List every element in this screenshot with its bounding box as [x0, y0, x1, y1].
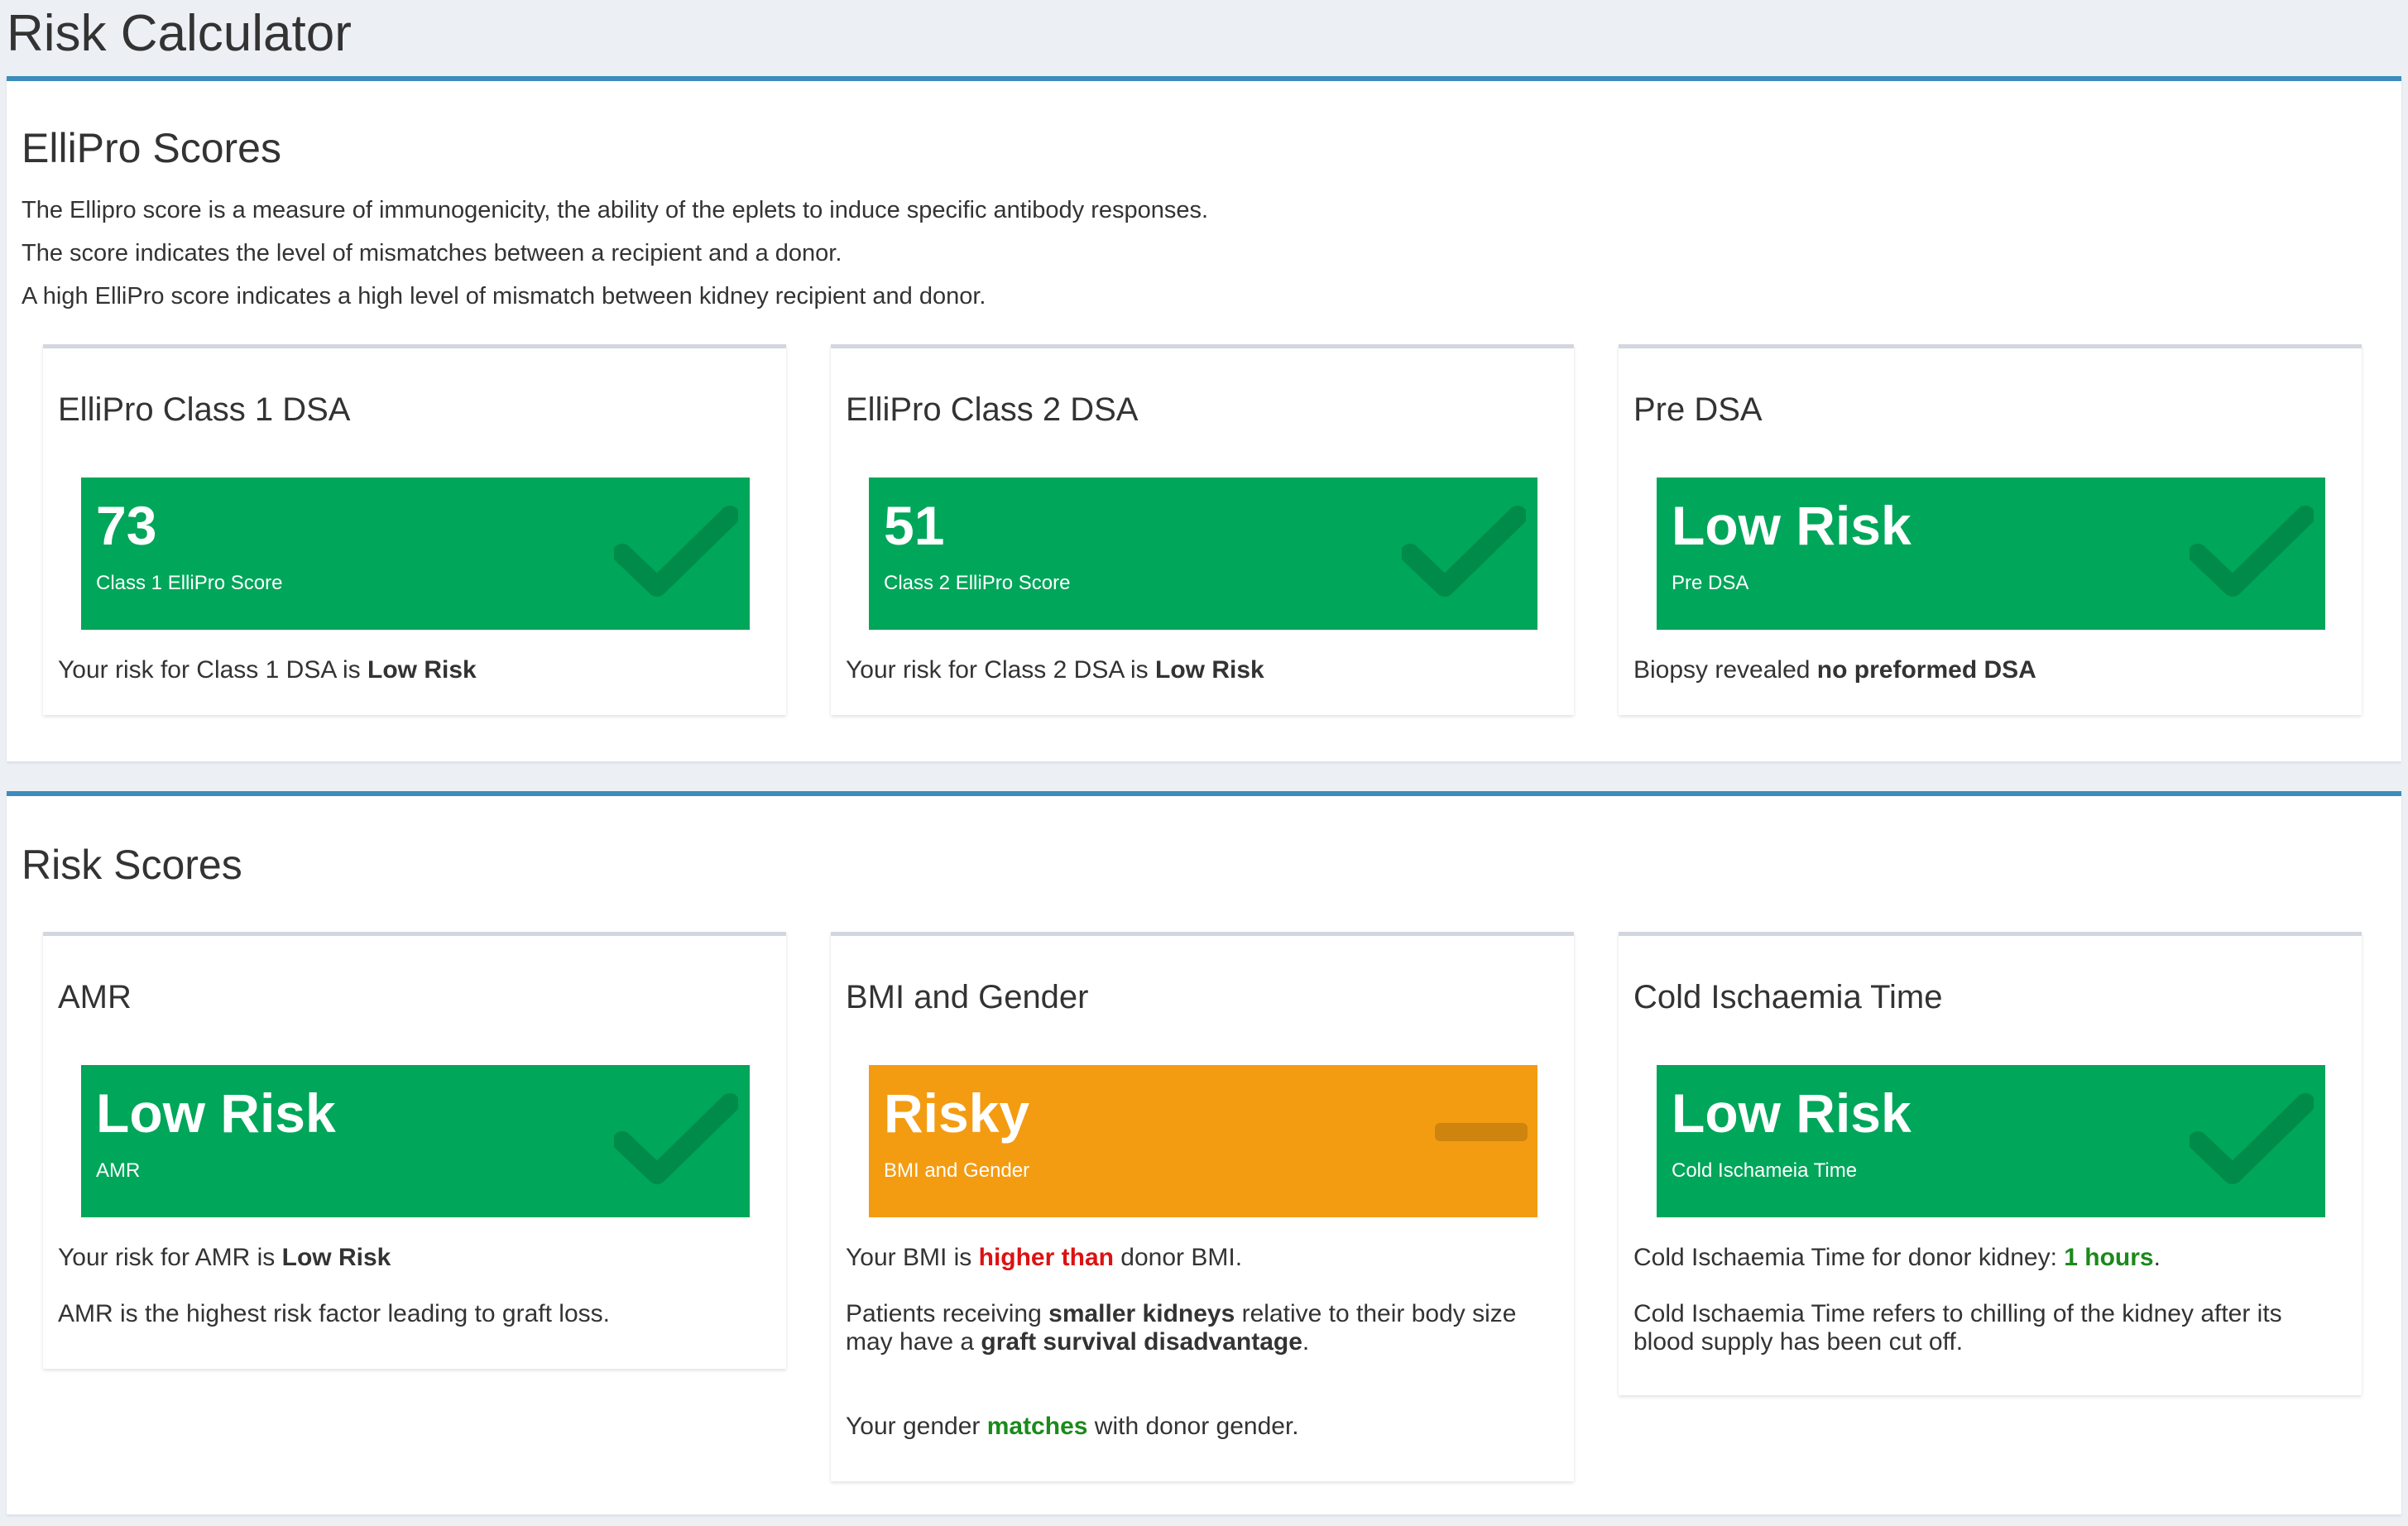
card-title: Pre DSA	[1633, 391, 1763, 428]
risk-scores-box: Risk Scores AMR Low Risk AMR Your risk f…	[7, 791, 2401, 1514]
text-suffix: .	[2153, 1244, 2161, 1271]
text-part: Patients receiving	[846, 1300, 1049, 1327]
text-suffix: donor BMI.	[1113, 1244, 1243, 1271]
card-title: ElliPro Class 1 DSA	[58, 391, 351, 428]
card-text: Your BMI is higher than donor BMI. Patie…	[846, 1244, 1557, 1469]
text-prefix: Your gender	[846, 1413, 987, 1440]
card-title: AMR	[58, 979, 132, 1015]
minus-icon	[1435, 1123, 1528, 1141]
description-line: The Ellipro score is a measure of immuno…	[22, 197, 1209, 223]
text-bold: graft survival disadvantage	[981, 1328, 1302, 1356]
card-title: BMI and Gender	[846, 979, 1089, 1015]
amr-explanation: AMR is the highest risk factor leading t…	[58, 1300, 610, 1327]
tile-label: BMI and Gender	[884, 1159, 1030, 1182]
tile-value: Low Risk	[1672, 495, 1912, 556]
text-part: .	[1302, 1328, 1310, 1356]
score-tile: 73 Class 1 ElliPro Score	[81, 477, 750, 630]
card-text: Your risk for Class 2 DSA is Low Risk	[846, 656, 1557, 684]
text-suffix: with donor gender.	[1087, 1413, 1299, 1440]
gender-highlight: matches	[986, 1413, 1088, 1440]
check-icon	[614, 1093, 738, 1184]
page-title: Risk Calculator	[7, 5, 352, 62]
score-tile: 51 Class 2 ElliPro Score	[869, 477, 1537, 630]
tile-label: Cold Ischameia Time	[1672, 1159, 1858, 1182]
tile-label: Class 1 ElliPro Score	[96, 572, 283, 594]
text-prefix: Your risk for Class 2 DSA is	[846, 656, 1156, 684]
tile-value: Low Risk	[96, 1082, 336, 1144]
bmi-comparison: Your BMI is higher than donor BMI.	[846, 1244, 1557, 1272]
risk-level: Low Risk	[1155, 656, 1264, 684]
tile-value: Low Risk	[1672, 1082, 1912, 1144]
check-icon	[2190, 506, 2314, 597]
cit-hours: 1 hours	[2064, 1244, 2154, 1271]
card-ellipro-class2: ElliPro Class 2 DSA 51 Class 2 ElliPro S…	[831, 344, 1574, 715]
cit-value-line: Cold Ischaemia Time for donor kidney: 1 …	[1633, 1244, 2345, 1272]
card-text: Biopsy revealed no preformed DSA	[1633, 656, 2345, 684]
ellipro-scores-box: ElliPro Scores The Ellipro score is a me…	[7, 76, 2401, 761]
text-prefix: Your risk for Class 1 DSA is	[58, 656, 368, 684]
text-prefix: Cold Ischaemia Time for donor kidney:	[1633, 1244, 2065, 1271]
score-tile: Low Risk AMR	[81, 1065, 750, 1217]
card-pre-dsa: Pre DSA Low Risk Pre DSA Biopsy revealed…	[1619, 344, 2362, 715]
check-icon	[2190, 1093, 2314, 1184]
check-icon	[614, 506, 738, 597]
description-line: A high ElliPro score indicates a high le…	[22, 283, 986, 310]
score-tile: Low Risk Pre DSA	[1657, 477, 2325, 630]
score-tile: Low Risk Cold Ischameia Time	[1657, 1065, 2325, 1217]
check-icon	[1402, 506, 1526, 597]
text-prefix: Your risk for AMR is	[58, 1244, 282, 1271]
score-tile: Risky BMI and Gender	[869, 1065, 1537, 1217]
card-text: Your risk for Class 1 DSA is Low Risk	[58, 656, 770, 684]
amr-risk-line: Your risk for AMR is Low Risk	[58, 1244, 770, 1272]
card-bmi-gender: BMI and Gender Risky BMI and Gender Your…	[831, 932, 1574, 1481]
card-text: Your risk for AMR is Low Risk AMR is the…	[58, 1244, 770, 1356]
card-cold-ischaemia: Cold Ischaemia Time Low Risk Cold Ischam…	[1619, 932, 2362, 1395]
bmi-highlight: higher than	[978, 1244, 1114, 1271]
tile-value: 51	[884, 495, 945, 556]
card-ellipro-class1: ElliPro Class 1 DSA 73 Class 1 ElliPro S…	[43, 344, 786, 715]
card-text: Cold Ischaemia Time for donor kidney: 1 …	[1633, 1244, 2345, 1384]
risk-scores-title: Risk Scores	[22, 842, 242, 888]
gender-match: Your gender matches with donor gender.	[846, 1413, 1557, 1441]
tile-value: Risky	[884, 1082, 1030, 1144]
tile-value: 73	[96, 495, 157, 556]
ellipro-scores-title: ElliPro Scores	[22, 125, 281, 171]
dsa-finding: no preformed DSA	[1816, 656, 2036, 684]
card-amr: AMR Low Risk AMR Your risk for AMR is Lo…	[43, 932, 786, 1369]
description-line: The score indicates the level of mismatc…	[22, 240, 842, 266]
ellipro-description: The Ellipro score is a measure of immuno…	[22, 189, 1208, 318]
cit-explanation: Cold Ischaemia Time refers to chilling o…	[1633, 1300, 2282, 1356]
risk-level: Low Risk	[281, 1244, 391, 1271]
tile-label: Class 2 ElliPro Score	[884, 572, 1071, 594]
tile-label: AMR	[96, 1159, 141, 1182]
risk-level: Low Risk	[367, 656, 477, 684]
bmi-explanation: Patients receiving smaller kidneys relat…	[846, 1300, 1557, 1356]
tile-label: Pre DSA	[1672, 572, 1749, 594]
card-title: Cold Ischaemia Time	[1633, 979, 1943, 1015]
text-prefix: Biopsy revealed	[1633, 656, 1817, 684]
text-bold: smaller kidneys	[1048, 1300, 1235, 1327]
card-title: ElliPro Class 2 DSA	[846, 391, 1139, 428]
text-prefix: Your BMI is	[846, 1244, 979, 1271]
